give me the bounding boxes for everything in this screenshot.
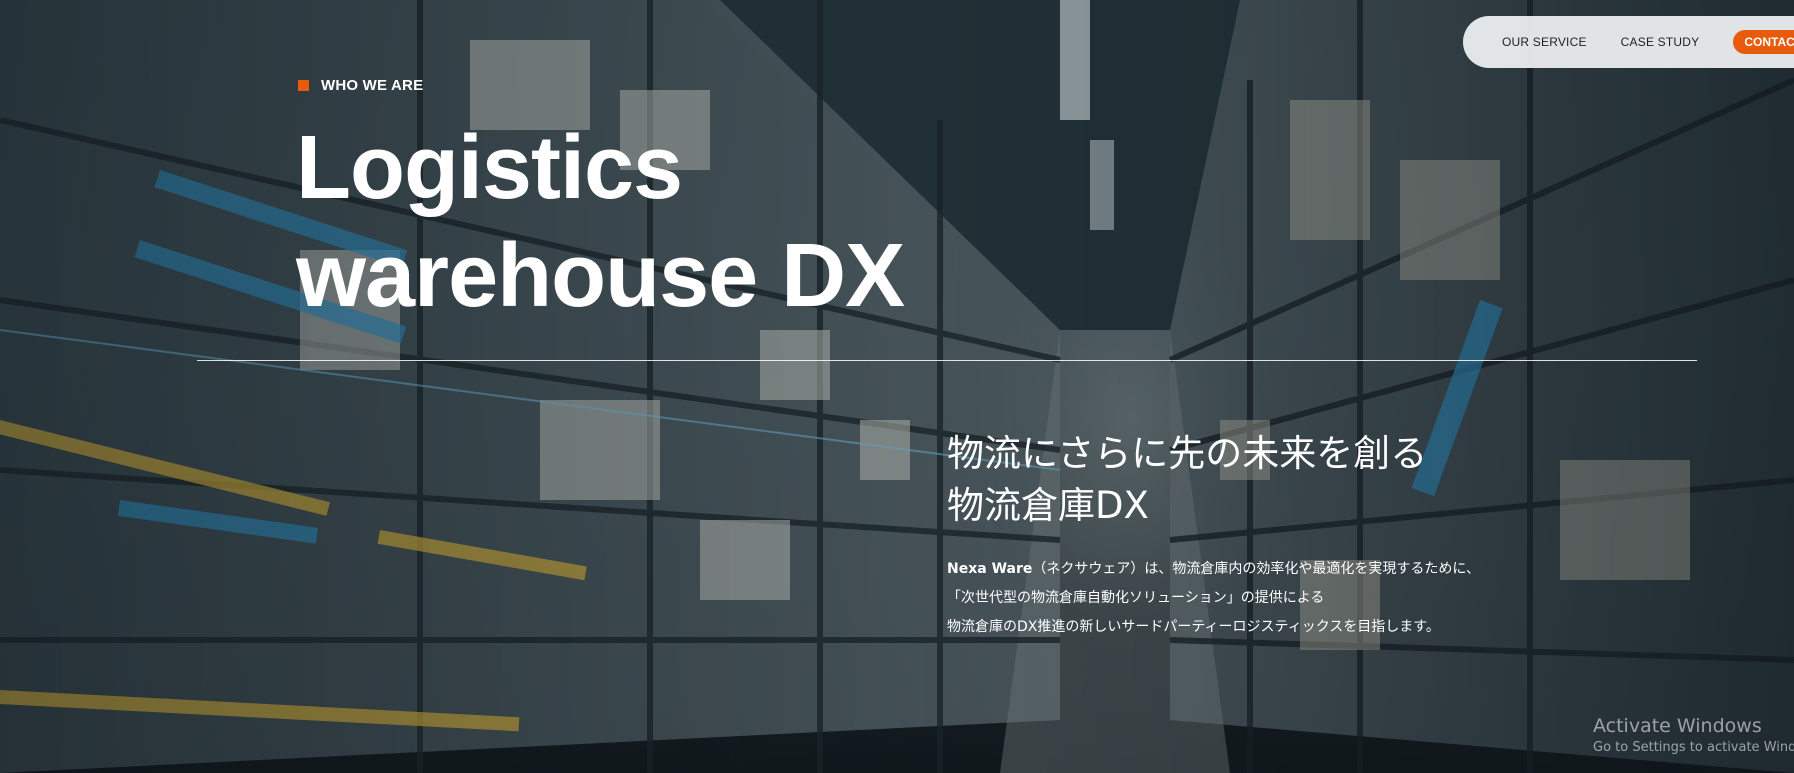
eyebrow-label: WHO WE ARE (321, 77, 424, 94)
watermark-title: Activate Windows (1593, 715, 1762, 737)
intro-heading-line-2: 物流倉庫DX (947, 484, 1149, 527)
intro-body-line-3: 物流倉庫のDX推進の新しいサードパーティーロジスティックスを目指します。 (947, 619, 1440, 635)
intro-heading: 物流にさらに先の未来を創る 物流倉庫DX (947, 428, 1427, 532)
brand-name: Nexa Ware (947, 561, 1033, 577)
nav-link-case-study[interactable]: CASE STUDY (1621, 35, 1700, 49)
horizontal-divider (197, 360, 1697, 361)
hero-title: Logistics warehouse DX (296, 114, 905, 330)
intro-heading-line-1: 物流にさらに先の未来を創る (947, 432, 1428, 475)
intro-body-line-2: 「次世代型の物流倉庫自動化ソリューション」の提供による (947, 590, 1325, 606)
top-navigation: OUR SERVICE CASE STUDY CONTACT (1463, 16, 1794, 68)
hero-page: OUR SERVICE CASE STUDY CONTACT WHO WE AR… (0, 0, 1794, 773)
windows-activation-watermark: Activate Windows Go to Settings to activ… (1593, 713, 1794, 757)
orange-square-icon (298, 80, 309, 91)
hero-title-line-2: warehouse DX (296, 226, 905, 326)
intro-body-line-1: Nexa Ware（ネクサウェア）は、物流倉庫内の効率化や最適化を実現するために… (947, 555, 1480, 584)
intro-body: Nexa Ware（ネクサウェア）は、物流倉庫内の効率化や最適化を実現するために… (947, 555, 1480, 642)
section-eyebrow: WHO WE ARE (298, 77, 423, 94)
contact-button[interactable]: CONTACT (1733, 30, 1794, 54)
hero-title-line-1: Logistics (296, 118, 683, 218)
watermark-subtitle: Go to Settings to activate Windows. (1593, 740, 1794, 755)
intro-body-line-1-text: （ネクサウェア）は、物流倉庫内の効率化や最適化を実現するために、 (1032, 561, 1480, 577)
nav-link-our-service[interactable]: OUR SERVICE (1502, 35, 1587, 49)
